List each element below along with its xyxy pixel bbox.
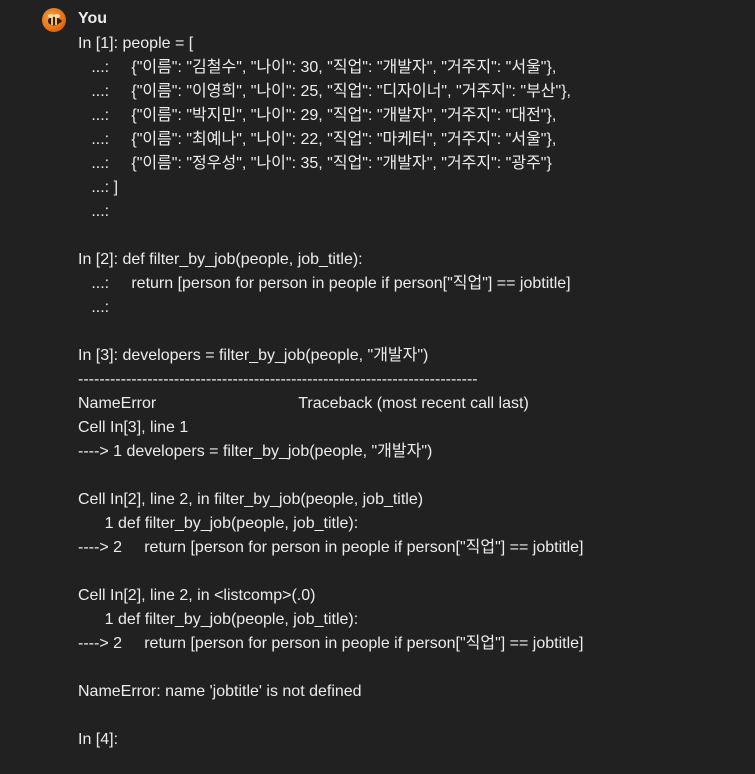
code-line: ...: {"이름": "박지민", "나이": 29, "직업": "개발자"… <box>78 107 557 124</box>
code-line: In [4]: <box>78 731 119 748</box>
code-line: NameError Traceback (most recent call la… <box>78 395 529 412</box>
code-line: ----> 2 return [person for person in peo… <box>78 635 584 652</box>
code-line: In [3]: developers = filter_by_job(peopl… <box>78 347 429 364</box>
code-line: 1 def filter_by_job(people, job_title): <box>78 611 359 628</box>
message-content: In [1]: people = [ ...: {"이름": "김철수", "나… <box>78 32 748 752</box>
code-line: Cell In[2], line 2, in filter_by_job(peo… <box>78 491 424 508</box>
code-line: ...: {"이름": "김철수", "나이": 30, "직업": "개발자"… <box>78 59 557 76</box>
code-line: In [2]: def filter_by_job(people, job_ti… <box>78 251 363 268</box>
code-line: ...: return [person for person in people… <box>78 275 571 292</box>
code-line: ----> 2 return [person for person in peo… <box>78 539 584 556</box>
code-line: ...: <box>78 203 110 220</box>
code-line: 1 def filter_by_job(people, job_title): <box>78 515 359 532</box>
code-line: ...: <box>78 299 110 316</box>
code-line: ...: {"이름": "최예나", "나이": 22, "직업": "마케터"… <box>78 131 557 148</box>
code-line: NameError: name 'jobtitle' is not define… <box>78 683 362 700</box>
bee-avatar-icon[interactable] <box>42 8 66 32</box>
code-line: ----> 1 developers = filter_by_job(peopl… <box>78 443 433 460</box>
code-line: Cell In[3], line 1 <box>78 419 189 436</box>
code-line: ----------------------------------------… <box>78 371 478 388</box>
code-line: ...: {"이름": "이영희", "나이": 25, "직업": "디자이너… <box>78 83 571 100</box>
message-author: You <box>78 10 108 27</box>
code-line: Cell In[2], line 2, in <listcomp>(.0) <box>78 587 316 604</box>
code-line: ...: {"이름": "정우성", "나이": 35, "직업": "개발자"… <box>78 155 552 172</box>
code-line: ...: ] <box>78 179 119 196</box>
user-message: You In [1]: people = [ ...: {"이름": "김철수"… <box>0 0 755 774</box>
code-line: In [1]: people = [ <box>78 35 194 52</box>
